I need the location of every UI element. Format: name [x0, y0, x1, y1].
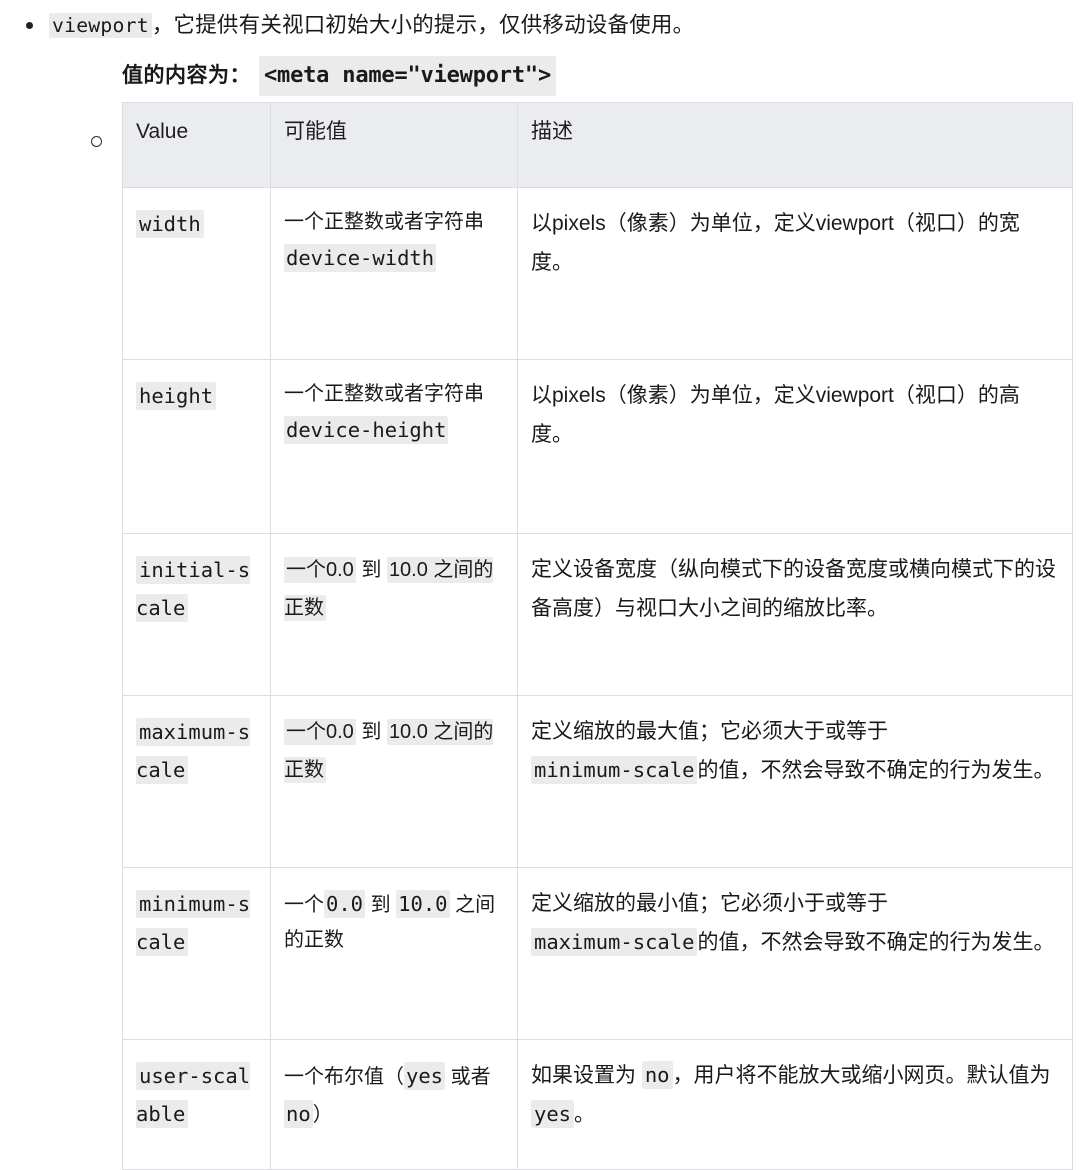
cell-description: 定义缩放的最大值；它必须大于或等于 minimum-scale 的值，不然会导致不确…	[517, 695, 1073, 868]
value-plain-1: 一个布尔值（	[284, 1066, 404, 1088]
value-code-1: device-height	[284, 416, 449, 444]
key-code: height	[136, 382, 217, 410]
table-row: user-scalable 一个布尔值（yes 或者no） 如果设置为 no ，用…	[122, 1039, 1073, 1170]
table-row: maximum-scale 一个0.0 到 10.0 之间的正数 定义缩放的最大…	[122, 695, 1073, 868]
desc-text-2: 的值，不然会导致不确定的行为发生。	[697, 931, 1055, 954]
sub-bullet-circle-icon	[91, 136, 102, 147]
cell-key: maximum-scale	[122, 695, 271, 868]
value-code-2: no	[284, 1100, 313, 1128]
desc-text-1: 定义缩放的最大值；它必须大于或等于	[531, 720, 888, 743]
cell-description: 定义设备宽度（纵向模式下的设备宽度或横向模式下的设备高度）与视口大小之间的缩放比…	[517, 533, 1073, 696]
value-plain-3: ）	[312, 1104, 333, 1126]
desc-text-1: 以pixels（像素）为单位，定义viewport（视口）的宽度。	[531, 212, 1020, 274]
value-code-1: yes	[404, 1062, 446, 1090]
value-plain-1: 一个正整数或者字符串	[284, 211, 484, 233]
cell-description: 如果设置为 no ，用户将不能放大或缩小网页。默认值为 yes。	[517, 1039, 1073, 1170]
desc-text-1: 以pixels（像素）为单位，定义viewport（视口）的高度。	[531, 384, 1020, 446]
viewport-attributes-table: Value 可能值 描述 width 一个正整数或者字符串 device-wid…	[122, 102, 1073, 1170]
key-code: initial-scale	[136, 556, 251, 622]
value-plain-1: 一个	[284, 894, 324, 916]
viewport-attributes-table-wrapper: Value 可能值 描述 width 一个正整数或者字符串 device-wid…	[122, 102, 1073, 1170]
key-code: user-scalable	[136, 1062, 251, 1128]
viewport-code: viewport	[49, 13, 152, 38]
desc-code: no	[641, 1061, 673, 1089]
table-row: width 一个正整数或者字符串 device-width 以pixels（像素…	[122, 187, 1073, 360]
cell-key: user-scalable	[122, 1039, 271, 1170]
cell-description: 以pixels（像素）为单位，定义viewport（视口）的高度。	[517, 359, 1073, 534]
desc-code: maximum-scale	[531, 928, 698, 956]
key-code: maximum-scale	[136, 718, 251, 784]
viewport-bullet-item: viewport ，它提供有关视口初始大小的提示，仅供移动设备使用。	[0, 8, 1080, 43]
bullet-dot-icon	[26, 22, 33, 29]
value-plain-2: 到	[365, 894, 397, 916]
value-code-2: 10.0	[396, 890, 450, 918]
value-code-1: 一个0.0	[284, 719, 356, 745]
table-head: Value 可能值 描述	[122, 102, 1073, 188]
table-body: width 一个正整数或者字符串 device-width 以pixels（像素…	[122, 187, 1073, 1170]
table-row: minimum-scale 一个0.0 到 10.0 之间的正数 定义缩放的最小…	[122, 867, 1073, 1040]
desc-text-1: 定义缩放的最小值；它必须小于或等于	[531, 892, 888, 915]
cell-key: height	[122, 359, 271, 534]
key-code: width	[136, 210, 204, 238]
cell-possible-values: 一个布尔值（yes 或者 no）	[270, 1039, 518, 1170]
table-header-row: Value 可能值 描述	[122, 102, 1073, 188]
desc-text-1: 如果设置为	[531, 1064, 642, 1087]
cell-possible-values: 一个正整数或者字符串 device-height	[270, 359, 518, 534]
key-code: minimum-scale	[136, 890, 251, 956]
cell-possible-values: 一个0.0 到 10.0 之间的正数	[270, 867, 518, 1040]
value-plain-2: 或者	[445, 1066, 491, 1088]
value-plain-2: 到	[355, 559, 387, 581]
value-code-1: 0.0	[324, 890, 366, 918]
cell-key: initial-scale	[122, 533, 271, 696]
cell-possible-values: 一个0.0 到 10.0 之间的正数	[270, 533, 518, 696]
bullet-sentence: ，它提供有关视口初始大小的提示，仅供移动设备使用。	[151, 13, 695, 37]
bullet-text: viewport ，它提供有关视口初始大小的提示，仅供移动设备使用。	[49, 8, 694, 43]
value-content-line: 值的内容为： <meta name="viewport">	[122, 56, 556, 96]
table-row: height 一个正整数或者字符串 device-height 以pixels（…	[122, 359, 1073, 534]
desc-code: minimum-scale	[531, 756, 698, 784]
value-content-label: 值的内容为：	[122, 64, 251, 87]
cell-possible-values: 一个0.0 到 10.0 之间的正数	[270, 695, 518, 868]
desc-text-1: 定义设备宽度（纵向模式下的设备宽度或横向模式下的设备高度）与视口大小之间的缩放比…	[531, 558, 1056, 620]
desc-text-3: 。	[574, 1103, 596, 1126]
desc-code-2: yes	[531, 1100, 575, 1128]
documentation-page: viewport ，它提供有关视口初始大小的提示，仅供移动设备使用。 值的内容为：…	[0, 0, 1080, 1170]
cell-key: minimum-scale	[122, 867, 271, 1040]
cell-key: width	[122, 187, 271, 360]
value-code-1: device-width	[284, 244, 437, 272]
meta-viewport-code: <meta name="viewport">	[259, 56, 556, 96]
column-header-possible-values: 可能值	[270, 102, 518, 188]
cell-description: 定义缩放的最小值；它必须小于或等于 maximum-scale 的值，不然会导致不确…	[517, 867, 1073, 1040]
value-plain-2: 到	[355, 721, 387, 743]
value-plain-1: 一个正整数或者字符串	[284, 383, 484, 405]
value-code-1: 一个0.0	[284, 557, 356, 583]
desc-text-2: 的值，不然会导致不确定的行为发生。	[697, 759, 1055, 782]
desc-text-2: ，用户将不能放大或缩小网页。默认值为	[672, 1064, 1051, 1087]
table-row: initial-scale 一个0.0 到 10.0 之间的正数 定义设备宽度（…	[122, 533, 1073, 696]
cell-description: 以pixels（像素）为单位，定义viewport（视口）的宽度。	[517, 187, 1073, 360]
column-header-description: 描述	[517, 102, 1073, 188]
cell-possible-values: 一个正整数或者字符串 device-width	[270, 187, 518, 360]
column-header-value: Value	[122, 102, 271, 188]
